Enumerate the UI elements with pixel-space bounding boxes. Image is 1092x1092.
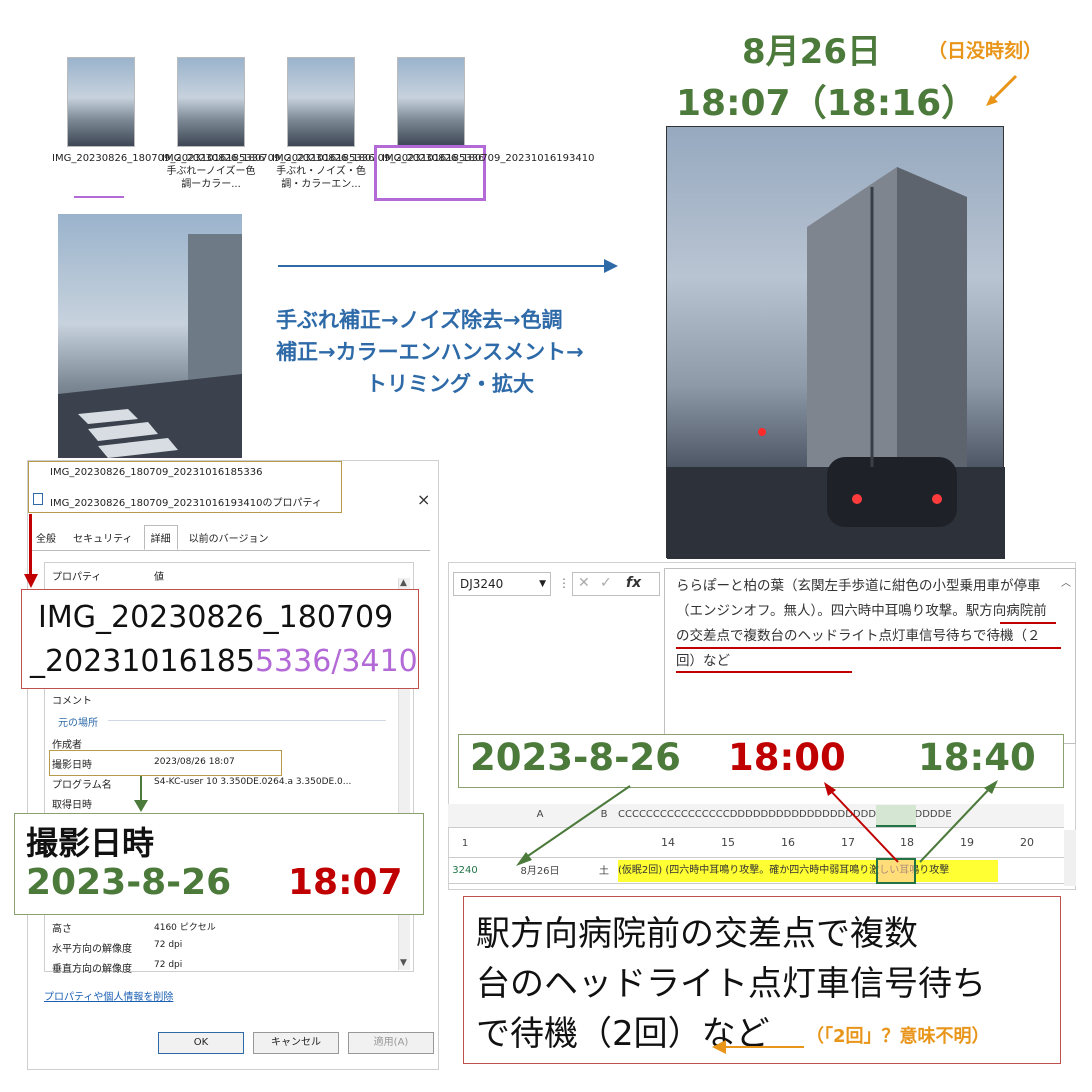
fx-icon[interactable]: fx xyxy=(626,575,641,591)
prop-label-program: プログラム名 xyxy=(52,780,112,791)
prop-label-height: 高さ xyxy=(52,924,72,935)
scroll-down-icon[interactable]: ▼ xyxy=(400,958,407,968)
thumbnail-caption-3: IMG_20230826_180709_20231016185336手ぶれ・ノイ… xyxy=(272,153,485,190)
chevron-down-icon[interactable]: ▼ xyxy=(539,573,546,595)
arrow-right-icon xyxy=(604,259,618,273)
chevron-up-icon[interactable]: ︿ xyxy=(1061,574,1071,589)
more-icon[interactable]: ⋮ xyxy=(558,576,570,590)
tab-details[interactable]: 詳細 xyxy=(143,525,178,550)
cancel-button[interactable]: キャンセル xyxy=(253,1032,339,1054)
thumbnail-caption-2: IMG_20230826_180709_20231016185336手ぶれーノイ… xyxy=(162,153,375,190)
arrow-down-icon xyxy=(24,574,38,588)
row-header-1[interactable]: 1 xyxy=(455,838,475,849)
original-photo xyxy=(58,214,242,458)
header-property: プロパティ xyxy=(52,572,102,583)
sunset-arrow-icon xyxy=(986,74,1018,106)
process-line-2: 補正→カラーエンハンスメント→ xyxy=(276,340,584,364)
callout-arrows xyxy=(516,780,998,866)
apply-button[interactable]: 適用(A) xyxy=(348,1032,434,1054)
prop-value-h-resolution: 72 dpi xyxy=(154,940,183,950)
filename-prefix: _20231016185 xyxy=(30,644,255,679)
cancel-formula-icon[interactable]: ✕ xyxy=(578,575,590,591)
thumbnail-caption-4: IMG_20230826_180709_20231016193410 xyxy=(382,153,595,164)
formula-text: ららぽーと柏の葉（玄関左手歩道に紺色の小型乗用車が停車（エンジンオフ。無人）。四… xyxy=(676,578,1047,669)
thumbnail-underline-1 xyxy=(74,196,124,198)
header-date: 8月26日 xyxy=(742,32,881,72)
prop-label-h-resolution: 水平方向の解像度 xyxy=(52,944,132,955)
green-connector xyxy=(140,776,142,802)
prop-label-date-taken: 撮影日時 xyxy=(52,760,92,771)
date-callout-label: 撮影日時 xyxy=(26,824,155,862)
prop-value-date-taken: 2023/08/26 18:07 xyxy=(154,757,235,767)
thumbnail-caption-1: IMG_20230826_180709_20231016185336 xyxy=(52,153,265,164)
prop-value-height: 4160 ピクセル xyxy=(154,923,216,933)
prop-value-v-resolution: 72 dpi xyxy=(154,960,183,970)
red-connector xyxy=(29,514,32,576)
scroll-up-icon[interactable]: ▲ xyxy=(400,578,407,588)
filename-line-2: _202310161855336/3410 xyxy=(30,644,418,679)
arrow-left-icon xyxy=(712,1040,742,1054)
remove-properties-link[interactable]: プロパティや個人情報を削除 xyxy=(44,988,173,1003)
time-callout-end: 18:40 xyxy=(918,736,1036,779)
note-underline xyxy=(740,1046,804,1048)
close-icon[interactable]: × xyxy=(417,490,430,509)
sunset-label: （日没時刻） xyxy=(928,40,1043,62)
tab-security[interactable]: セキュリティ xyxy=(67,526,138,549)
crosswalk-icon xyxy=(58,234,242,458)
formula-underline-3 xyxy=(676,671,852,673)
name-box-value: DJ3240 xyxy=(460,577,504,591)
row-header-3240[interactable]: 3240 xyxy=(448,865,482,876)
confirm-formula-icon[interactable]: ✓ xyxy=(600,575,612,591)
file-icon xyxy=(33,493,43,505)
prop-label-author: 作成者 xyxy=(52,740,82,751)
section-divider xyxy=(108,720,386,721)
process-line-3: トリミング・拡大 xyxy=(366,372,534,396)
filename-suffix: 5336/3410 xyxy=(254,644,418,679)
formula-underline-2 xyxy=(676,647,1061,649)
time-callout-start: 18:00 xyxy=(728,736,846,779)
prop-value-program: S4-KC-user 10 3.350DE.0264.a 3.350DE.0..… xyxy=(154,777,352,787)
prop-label-v-resolution: 垂直方向の解像度 xyxy=(52,964,132,975)
thumbnail-1[interactable] xyxy=(67,57,135,147)
header-value: 値 xyxy=(154,572,164,583)
vertical-scrollbar[interactable] xyxy=(1064,830,1076,886)
ok-button[interactable]: OK xyxy=(158,1032,244,1054)
tab-bar: 全般 セキュリティ 詳細 以前のバージョン xyxy=(30,525,430,551)
prop-label-acquired: 取得日時 xyxy=(52,800,92,811)
process-arrow xyxy=(278,265,610,267)
thumbnail-3[interactable] xyxy=(287,57,355,147)
tab-general[interactable]: 全般 xyxy=(30,526,62,549)
enhanced-photo xyxy=(666,126,1005,559)
process-line-1: 手ぶれ補正→ノイズ除去→色調 xyxy=(276,308,563,332)
note-line-1: 駅方向病院前の交差点で複数 xyxy=(476,914,918,954)
note-line-2: 台のヘッドライト点灯車信号待ち xyxy=(476,964,986,1004)
street-scene-icon xyxy=(667,167,1005,559)
filename-line-1: IMG_20230826_180709 xyxy=(38,600,394,635)
prev-file-name: IMG_20230826_180709_20231016185336 xyxy=(50,467,263,478)
formula-underline-1 xyxy=(1000,622,1056,624)
time-callout-date: 2023-8-26 xyxy=(470,736,681,779)
name-box[interactable]: DJ3240 ▼ xyxy=(453,572,551,596)
date-callout-date: 2023-8-26 xyxy=(26,862,232,903)
note-remark: （「2回」？意味不明） xyxy=(806,1026,990,1047)
tab-previous-versions[interactable]: 以前のバージョン xyxy=(183,526,275,549)
header-time: 18:07（18:16） xyxy=(676,83,978,124)
prop-label-comment: コメント xyxy=(52,696,92,707)
thumbnail-4[interactable] xyxy=(397,57,465,147)
prop-label-original-location: 元の場所 xyxy=(58,718,98,729)
arrow-down-green-icon xyxy=(134,800,148,812)
thumbnail-2[interactable] xyxy=(177,57,245,147)
date-callout-time: 18:07 xyxy=(288,862,403,903)
window-title: IMG_20230826_180709_20231016193410のプロパティ xyxy=(50,498,322,509)
